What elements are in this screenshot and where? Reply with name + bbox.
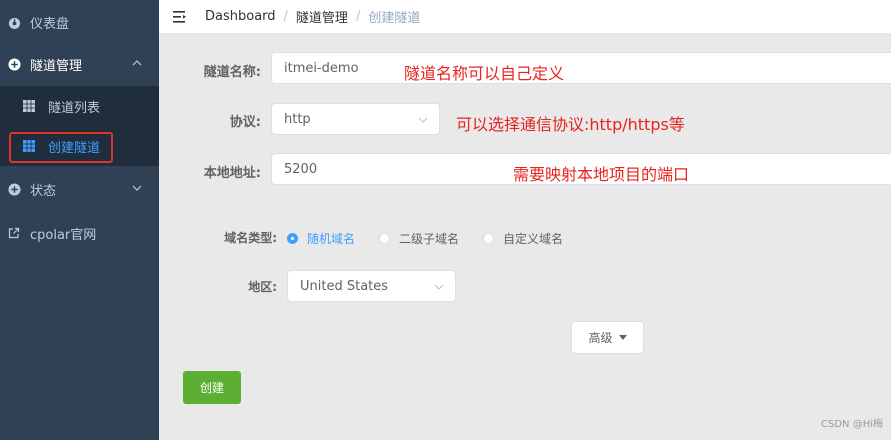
local-address-label: 本地地址: [203, 166, 261, 181]
tunnel-name-annotation: 隧道名称可以自己定义 [404, 64, 565, 83]
chevron-up-icon [131, 57, 143, 69]
breadcrumb-create-tunnel: 创建隧道 [368, 11, 421, 26]
radio-dot [287, 233, 298, 244]
protocol-select[interactable]: http [271, 103, 440, 135]
radio-label: 二级子域名 [399, 232, 460, 246]
radio-label: 随机域名 [307, 232, 356, 246]
create-label: 创建 [199, 381, 224, 395]
breadcrumb-dashboard[interactable]: Dashboard [205, 9, 276, 24]
sidebar-item-label: 隧道列表 [48, 100, 101, 116]
protocol-annotation: 可以选择通信协议:http/https等 [456, 115, 685, 134]
watermark: CSDN @Hi梅 [821, 419, 883, 430]
dashboard-icon [7, 15, 21, 29]
protocol-value: http [284, 111, 311, 127]
create-button[interactable]: 创建 [183, 371, 241, 404]
chevron-down-icon [433, 281, 445, 293]
radio-random-domain[interactable]: 随机域名 [287, 230, 355, 247]
tunnel-name-value: itmei-demo [284, 60, 359, 76]
region-label: 地区: [248, 280, 277, 294]
protocol-label: 协议: [229, 115, 261, 130]
plus-circle-icon [7, 182, 21, 196]
sidebar-item-label: 隧道管理 [30, 58, 83, 74]
external-link-icon [7, 226, 21, 240]
sidebar: 仪表盘 隧道管理 隧道列表 创建隧道 状态 cpolar官网 [0, 0, 159, 440]
top-header: Dashboard / 隧道管理 / 创建隧道 [159, 0, 891, 34]
plus-circle-icon [7, 57, 21, 71]
sidebar-item-tunnel-management[interactable]: 隧道管理 [0, 42, 159, 86]
tunnel-name-label: 隧道名称: [203, 65, 261, 80]
radio-dot [379, 233, 391, 244]
caret-down-icon [618, 334, 627, 341]
breadcrumb-tunnel-management[interactable]: 隧道管理 [296, 7, 348, 26]
domain-type-radio-group: 随机域名 二级子域名 自定义域名 [287, 230, 587, 247]
sidebar-item-label: 仪表盘 [30, 16, 70, 32]
grid-icon [23, 100, 35, 112]
advanced-label: 高级 [588, 331, 613, 345]
domain-type-label: 域名类型: [224, 231, 277, 245]
sidebar-item-cpolar-site[interactable]: cpolar官网 [0, 211, 159, 255]
tunnel-name-input[interactable]: itmei-demo [271, 52, 891, 84]
region-select[interactable]: United States [287, 270, 456, 302]
radio-subdomain[interactable]: 二级子域名 [379, 230, 459, 247]
sidebar-item-dashboard[interactable]: 仪表盘 [0, 0, 159, 44]
create-tunnel-form: 隧道名称: itmei-demo 隧道名称可以自己定义 协议: http 可以选… [159, 34, 891, 440]
hamburger-menu-icon[interactable] [173, 10, 187, 23]
highlight-annotation-box [9, 132, 113, 163]
radio-dot [483, 233, 495, 244]
sidebar-item-tunnel-list[interactable]: 隧道列表 [0, 86, 159, 126]
chevron-down-icon [131, 182, 143, 194]
sidebar-item-label: 状态 [30, 183, 57, 199]
breadcrumb-separator: / [283, 9, 288, 24]
breadcrumb-separator: / [355, 9, 361, 24]
radio-label: 自定义域名 [503, 232, 564, 246]
advanced-button[interactable]: 高级 [571, 321, 644, 354]
local-address-value: 5200 [284, 161, 318, 177]
region-value: United States [300, 278, 389, 294]
sidebar-item-status[interactable]: 状态 [0, 167, 159, 211]
radio-custom-domain[interactable]: 自定义域名 [483, 230, 563, 247]
local-address-annotation: 需要映射本地项目的端口 [513, 165, 690, 184]
sidebar-item-label: cpolar官网 [30, 227, 97, 243]
chevron-down-icon [417, 114, 429, 126]
